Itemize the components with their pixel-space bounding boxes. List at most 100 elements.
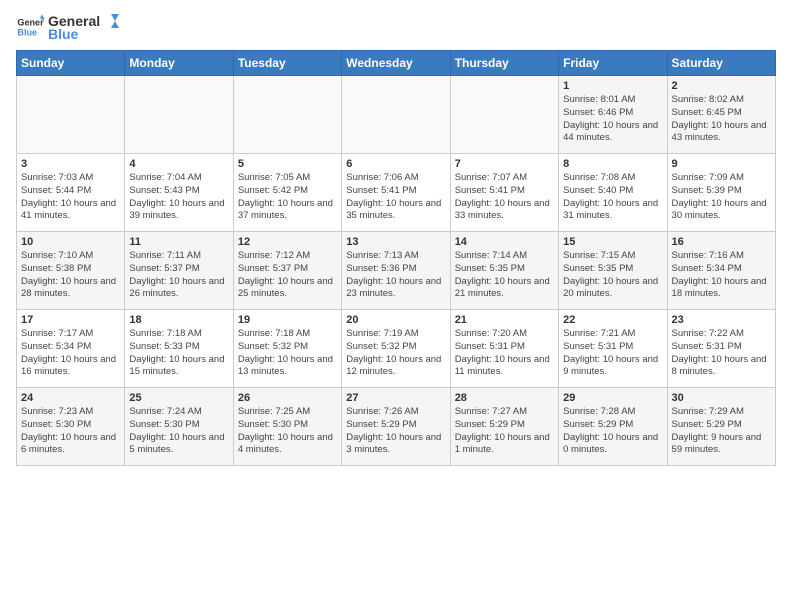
- day-number: 3: [21, 158, 120, 170]
- weekday-header-monday: Monday: [125, 51, 233, 76]
- calendar-cell: 23 Sunrise: 7:22 AM Sunset: 5:31 PM Dayli…: [667, 310, 775, 388]
- calendar-cell: 13 Sunrise: 7:13 AM Sunset: 5:36 PM Dayli…: [342, 232, 450, 310]
- day-info: Sunrise: 7:15 AM Sunset: 5:35 PM Dayligh…: [563, 250, 662, 301]
- calendar-cell: 29 Sunrise: 7:28 AM Sunset: 5:29 PM Dayli…: [559, 388, 667, 466]
- calendar-cell: [125, 76, 233, 154]
- day-number: 22: [563, 314, 662, 326]
- day-number: 20: [346, 314, 445, 326]
- day-number: 28: [455, 392, 554, 404]
- calendar-table: SundayMondayTuesdayWednesdayThursdayFrid…: [16, 50, 776, 466]
- calendar-cell: 25Sunrise: 7:24 AM Sunset: 5:30 PM Dayli…: [125, 388, 233, 466]
- weekday-header-tuesday: Tuesday: [233, 51, 341, 76]
- day-number: 29: [563, 392, 662, 404]
- day-number: 11: [129, 236, 228, 248]
- header: General Blue General Blue: [16, 12, 776, 42]
- day-info: Sunrise: 7:23 AM Sunset: 5:30 PM Dayligh…: [21, 406, 120, 457]
- calendar-cell: 30Sunrise: 7:29 AM Sunset: 5:29 PM Dayli…: [667, 388, 775, 466]
- calendar-cell: 8Sunrise: 7:08 AM Sunset: 5:40 PM Daylig…: [559, 154, 667, 232]
- day-info: Sunrise: 7:26 AM Sunset: 5:29 PM Dayligh…: [346, 406, 445, 457]
- day-number: 4: [129, 158, 228, 170]
- day-info: Sunrise: 7:09 AM Sunset: 5:39 PM Dayligh…: [672, 172, 771, 223]
- calendar-cell: 9 Sunrise: 7:09 AM Sunset: 5:39 PM Daylig…: [667, 154, 775, 232]
- calendar-cell: 19 Sunrise: 7:18 AM Sunset: 5:32 PM Dayli…: [233, 310, 341, 388]
- day-info: Sunrise: 7:03 AM Sunset: 5:44 PM Dayligh…: [21, 172, 120, 223]
- day-info: Sunrise: 7:18 AM Sunset: 5:32 PM Dayligh…: [238, 328, 337, 379]
- calendar-week-5: 24 Sunrise: 7:23 AM Sunset: 5:30 PM Dayli…: [17, 388, 776, 466]
- day-number: 17: [21, 314, 120, 326]
- day-info: Sunrise: 7:13 AM Sunset: 5:36 PM Dayligh…: [346, 250, 445, 301]
- day-number: 1: [563, 80, 662, 92]
- calendar-week-2: 3 Sunrise: 7:03 AM Sunset: 5:44 PM Daylig…: [17, 154, 776, 232]
- day-number: 30: [672, 392, 771, 404]
- weekday-header-saturday: Saturday: [667, 51, 775, 76]
- day-info: Sunrise: 7:22 AM Sunset: 5:31 PM Dayligh…: [672, 328, 771, 379]
- day-info: Sunrise: 7:25 AM Sunset: 5:30 PM Dayligh…: [238, 406, 337, 457]
- day-info: Sunrise: 7:08 AM Sunset: 5:40 PM Dayligh…: [563, 172, 662, 223]
- logo-arrow-icon: [101, 12, 119, 30]
- calendar-cell: 11 Sunrise: 7:11 AM Sunset: 5:37 PM Dayli…: [125, 232, 233, 310]
- day-number: 23: [672, 314, 771, 326]
- day-info: Sunrise: 7:16 AM Sunset: 5:34 PM Dayligh…: [672, 250, 771, 301]
- day-number: 2: [672, 80, 771, 92]
- calendar-cell: 22 Sunrise: 7:21 AM Sunset: 5:31 PM Dayli…: [559, 310, 667, 388]
- day-info: Sunrise: 7:14 AM Sunset: 5:35 PM Dayligh…: [455, 250, 554, 301]
- calendar-cell: 15 Sunrise: 7:15 AM Sunset: 5:35 PM Dayli…: [559, 232, 667, 310]
- weekday-header-sunday: Sunday: [17, 51, 125, 76]
- calendar-week-1: 1Sunrise: 8:01 AM Sunset: 6:46 PM Daylig…: [17, 76, 776, 154]
- day-number: 5: [238, 158, 337, 170]
- day-number: 21: [455, 314, 554, 326]
- day-number: 15: [563, 236, 662, 248]
- day-number: 24: [21, 392, 120, 404]
- day-info: Sunrise: 7:12 AM Sunset: 5:37 PM Dayligh…: [238, 250, 337, 301]
- day-info: Sunrise: 7:27 AM Sunset: 5:29 PM Dayligh…: [455, 406, 554, 457]
- day-info: Sunrise: 7:07 AM Sunset: 5:41 PM Dayligh…: [455, 172, 554, 223]
- logo-icon: General Blue: [16, 13, 44, 41]
- calendar-cell: 2 Sunrise: 8:02 AM Sunset: 6:45 PM Daylig…: [667, 76, 775, 154]
- calendar-cell: 7 Sunrise: 7:07 AM Sunset: 5:41 PM Daylig…: [450, 154, 558, 232]
- day-number: 18: [129, 314, 228, 326]
- weekday-header-friday: Friday: [559, 51, 667, 76]
- day-number: 16: [672, 236, 771, 248]
- day-number: 26: [238, 392, 337, 404]
- day-number: 19: [238, 314, 337, 326]
- day-number: 9: [672, 158, 771, 170]
- day-info: Sunrise: 7:18 AM Sunset: 5:33 PM Dayligh…: [129, 328, 228, 379]
- calendar-cell: 3 Sunrise: 7:03 AM Sunset: 5:44 PM Daylig…: [17, 154, 125, 232]
- day-number: 14: [455, 236, 554, 248]
- day-number: 25: [129, 392, 228, 404]
- main-container: General Blue General Blue Su: [0, 0, 792, 474]
- calendar-cell: 17Sunrise: 7:17 AM Sunset: 5:34 PM Dayli…: [17, 310, 125, 388]
- calendar-cell: [450, 76, 558, 154]
- calendar-cell: 14 Sunrise: 7:14 AM Sunset: 5:35 PM Dayli…: [450, 232, 558, 310]
- calendar-cell: 26 Sunrise: 7:25 AM Sunset: 5:30 PM Dayli…: [233, 388, 341, 466]
- day-info: Sunrise: 7:21 AM Sunset: 5:31 PM Dayligh…: [563, 328, 662, 379]
- svg-text:General: General: [17, 18, 44, 28]
- calendar-cell: 27 Sunrise: 7:26 AM Sunset: 5:29 PM Dayli…: [342, 388, 450, 466]
- calendar-week-4: 17Sunrise: 7:17 AM Sunset: 5:34 PM Dayli…: [17, 310, 776, 388]
- calendar-cell: [342, 76, 450, 154]
- day-number: 27: [346, 392, 445, 404]
- weekday-header-thursday: Thursday: [450, 51, 558, 76]
- calendar-cell: [17, 76, 125, 154]
- calendar-cell: 10 Sunrise: 7:10 AM Sunset: 5:38 PM Dayli…: [17, 232, 125, 310]
- day-info: Sunrise: 7:10 AM Sunset: 5:38 PM Dayligh…: [21, 250, 120, 301]
- calendar-cell: 6Sunrise: 7:06 AM Sunset: 5:41 PM Daylig…: [342, 154, 450, 232]
- calendar-cell: 16 Sunrise: 7:16 AM Sunset: 5:34 PM Dayli…: [667, 232, 775, 310]
- day-info: Sunrise: 7:28 AM Sunset: 5:29 PM Dayligh…: [563, 406, 662, 457]
- calendar-cell: 21Sunrise: 7:20 AM Sunset: 5:31 PM Dayli…: [450, 310, 558, 388]
- day-number: 7: [455, 158, 554, 170]
- calendar-cell: 1Sunrise: 8:01 AM Sunset: 6:46 PM Daylig…: [559, 76, 667, 154]
- day-info: Sunrise: 8:02 AM Sunset: 6:45 PM Dayligh…: [672, 94, 771, 145]
- logo: General Blue General Blue: [16, 12, 119, 42]
- calendar-cell: 12Sunrise: 7:12 AM Sunset: 5:37 PM Dayli…: [233, 232, 341, 310]
- day-info: Sunrise: 7:19 AM Sunset: 5:32 PM Dayligh…: [346, 328, 445, 379]
- calendar-cell: 24 Sunrise: 7:23 AM Sunset: 5:30 PM Dayli…: [17, 388, 125, 466]
- day-number: 10: [21, 236, 120, 248]
- calendar-cell: 28 Sunrise: 7:27 AM Sunset: 5:29 PM Dayli…: [450, 388, 558, 466]
- day-info: Sunrise: 7:04 AM Sunset: 5:43 PM Dayligh…: [129, 172, 228, 223]
- day-info: Sunrise: 7:11 AM Sunset: 5:37 PM Dayligh…: [129, 250, 228, 301]
- calendar-week-3: 10 Sunrise: 7:10 AM Sunset: 5:38 PM Dayli…: [17, 232, 776, 310]
- day-number: 13: [346, 236, 445, 248]
- calendar-cell: 5Sunrise: 7:05 AM Sunset: 5:42 PM Daylig…: [233, 154, 341, 232]
- calendar-cell: 20 Sunrise: 7:19 AM Sunset: 5:32 PM Dayli…: [342, 310, 450, 388]
